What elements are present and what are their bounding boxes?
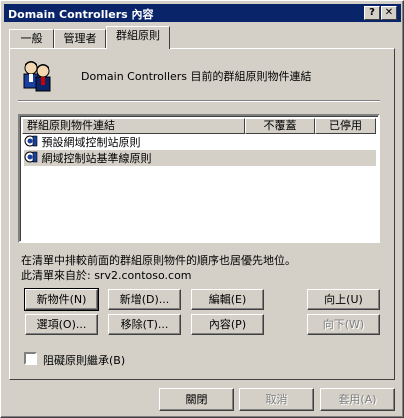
close-window-button[interactable]: ✕ <box>381 6 397 20</box>
cancel-button[interactable]: 取消 <box>239 388 314 411</box>
add-button[interactable]: 新增(D)... <box>108 289 181 310</box>
tab-general[interactable]: 一般 <box>9 29 54 48</box>
apply-button[interactable]: 套用(A) <box>320 388 395 411</box>
edit-button[interactable]: 編輯(E) <box>191 289 264 310</box>
column-header-gpo-links[interactable]: 群組原則物件連結 <box>22 118 245 134</box>
close-button[interactable]: 關閉 <box>159 388 234 411</box>
tab-managed-by[interactable]: 管理者 <box>54 29 106 48</box>
move-up-button[interactable]: 向上(U) <box>307 289 380 310</box>
list-item-label: 預設網域控制站原則 <box>41 136 141 149</box>
new-gpo-button[interactable]: 新物件(N) <box>24 288 99 311</box>
tab-group-policy[interactable]: 群組原則 <box>106 26 170 49</box>
options-button[interactable]: 選項(O)... <box>25 314 98 335</box>
block-inheritance-checkbox[interactable] <box>24 352 37 365</box>
list-item[interactable]: 預設網域控制站原則 <box>24 134 141 150</box>
column-header-disabled[interactable]: 已停用 <box>315 118 376 134</box>
priority-note: 在清單中排較前面的群組原則物件的順序也居優先地位。 <box>21 254 296 267</box>
window-title: Domain Controllers 內容 <box>8 8 154 21</box>
gpo-icon <box>24 151 38 163</box>
list-item-label: 網域控制站基準線原則 <box>41 152 152 165</box>
list-item[interactable]: 網域控制站基準線原則 <box>24 150 376 166</box>
source-note: 此清單來自於: srv2.contoso.com <box>21 269 192 282</box>
help-button[interactable]: ? <box>364 6 380 20</box>
divider <box>18 100 380 102</box>
properties-dialog: Domain Controllers 內容 ? ✕ 一般 管理者 群組原則 Do… <box>0 0 404 418</box>
title-bar: Domain Controllers 內容 ? ✕ <box>4 4 401 22</box>
column-header-no-override[interactable]: 不覆蓋 <box>245 118 315 134</box>
users-icon <box>23 61 51 92</box>
block-inheritance-label: 阻礙原則繼承(B) <box>43 354 126 367</box>
gpo-link-list[interactable]: 群組原則物件連結 不覆蓋 已停用 預設網域控制站原則 網域控制站基準線原則 <box>18 114 380 243</box>
gpo-icon <box>24 135 38 147</box>
header-text: Domain Controllers 目前的群組原則物件連結 <box>81 70 312 83</box>
move-down-button[interactable]: 向下(W) <box>307 314 380 335</box>
remove-button[interactable]: 移除(T)... <box>108 314 181 335</box>
properties-button[interactable]: 內容(P) <box>191 314 264 335</box>
